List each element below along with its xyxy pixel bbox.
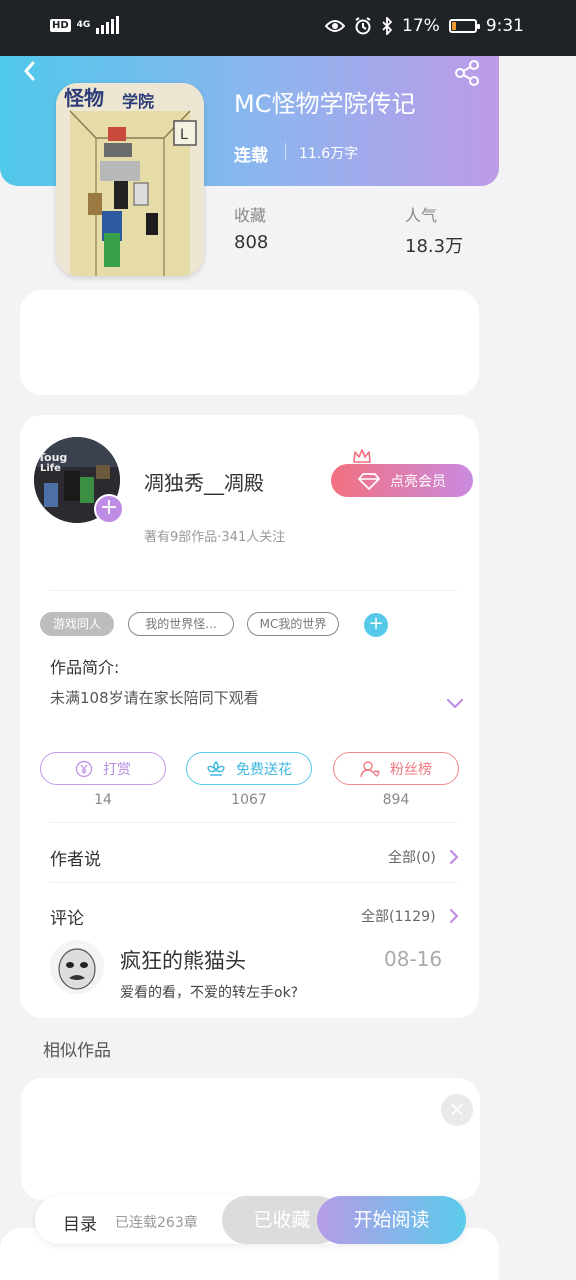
book-title: MC怪物学院传记	[234, 90, 416, 118]
author-name[interactable]: 凋独秀__凋殿	[144, 467, 264, 496]
network-label: 4G	[76, 19, 91, 30]
tag-mc-minecraft[interactable]: MC我的世界	[247, 612, 339, 636]
similar-works-card	[21, 1078, 480, 1200]
share-icon[interactable]	[452, 58, 482, 88]
battery-percent: 17%	[402, 16, 440, 36]
fans-rank-label: 粉丝榜	[390, 761, 432, 778]
divider	[50, 590, 458, 591]
intro-text: 未满108岁请在家长陪同下观看	[50, 689, 259, 707]
close-icon[interactable]: ×	[441, 1094, 473, 1126]
status-divider	[285, 143, 286, 160]
fans-rank-button[interactable]: 粉丝榜	[333, 752, 459, 785]
free-flower-button[interactable]: 免费送花	[186, 752, 312, 785]
add-tag-icon[interactable]: +	[364, 613, 388, 637]
bluetooth-icon	[382, 17, 393, 35]
toc-button[interactable]: 目录	[63, 1210, 97, 1235]
author-says-title: 作者说	[50, 850, 101, 870]
fans-count: 894	[382, 792, 410, 808]
expand-chevron-icon[interactable]	[445, 697, 465, 711]
back-icon[interactable]	[16, 56, 44, 86]
signal-icon	[96, 16, 120, 34]
flower-icon	[207, 760, 225, 776]
word-count: 11.6万字	[299, 146, 359, 162]
status-bar: HD 4G 17% 9:31	[0, 0, 576, 56]
empty-card	[20, 290, 479, 395]
chevron-right-icon[interactable]	[448, 848, 460, 866]
tag-minecraft-monster[interactable]: 我的世界怪...	[128, 612, 234, 636]
diamond-icon	[358, 472, 380, 490]
free-flower-label: 免费送花	[236, 761, 292, 778]
popularity-value: 18.3万	[405, 236, 464, 257]
comment-date: 08-16	[384, 947, 443, 971]
fans-icon	[360, 760, 380, 777]
popularity-label: 人气	[405, 206, 438, 225]
commenter-name[interactable]: 疯狂的熊猫头	[120, 945, 246, 975]
crown-icon	[353, 449, 371, 463]
book-cover[interactable]: 怪物 学院 L	[56, 83, 204, 276]
svg-text:L: L	[180, 127, 188, 143]
chapter-count: 已连载263章	[115, 1215, 198, 1231]
battery-icon	[448, 19, 480, 33]
reward-label: 打赏	[103, 761, 131, 778]
status-right: 17% 9:31	[325, 16, 524, 36]
svg-text:怪物: 怪物	[64, 86, 104, 110]
flower-count: 1067	[231, 792, 267, 808]
comment-text[interactable]: 爱看的看，不爱的转左手ok?	[120, 982, 298, 1002]
reward-count: 14	[94, 792, 112, 808]
hd-badge: HD	[50, 18, 71, 32]
vip-button[interactable]: 点亮会员	[331, 464, 473, 497]
follow-plus-icon[interactable]: +	[94, 494, 124, 524]
reward-button[interactable]: 打赏	[40, 752, 166, 785]
author-subtitle: 著有9部作品·341人关注	[144, 530, 286, 545]
comments-all-link[interactable]: 全部(1129)	[361, 906, 436, 926]
favorites-label: 收藏	[234, 206, 267, 225]
svg-text:Life: Life	[40, 463, 61, 474]
start-reading-button[interactable]: 开始阅读	[317, 1196, 466, 1244]
divider	[50, 822, 458, 823]
commenter-avatar[interactable]	[50, 940, 104, 994]
divider	[50, 882, 458, 883]
svg-text:学院: 学院	[122, 92, 154, 111]
book-status: 连载	[234, 146, 268, 166]
cover-illustration: 怪物 学院 L	[56, 83, 204, 276]
yuan-icon	[75, 760, 93, 777]
similar-works-title: 相似作品	[43, 1041, 111, 1061]
status-left: HD 4G	[50, 16, 120, 34]
vip-button-label: 点亮会员	[390, 473, 446, 490]
intro-heading: 作品简介:	[50, 658, 120, 677]
chevron-right-icon[interactable]	[448, 907, 460, 925]
eye-icon	[325, 20, 346, 32]
comments-title: 评论	[50, 909, 84, 929]
favorites-value: 808	[234, 232, 269, 253]
clock: 9:31	[485, 16, 524, 36]
author-says-all-link[interactable]: 全部(0)	[388, 847, 436, 867]
tag-game-fanfic[interactable]: 游戏同人	[40, 612, 114, 636]
alarm-icon	[355, 17, 371, 35]
